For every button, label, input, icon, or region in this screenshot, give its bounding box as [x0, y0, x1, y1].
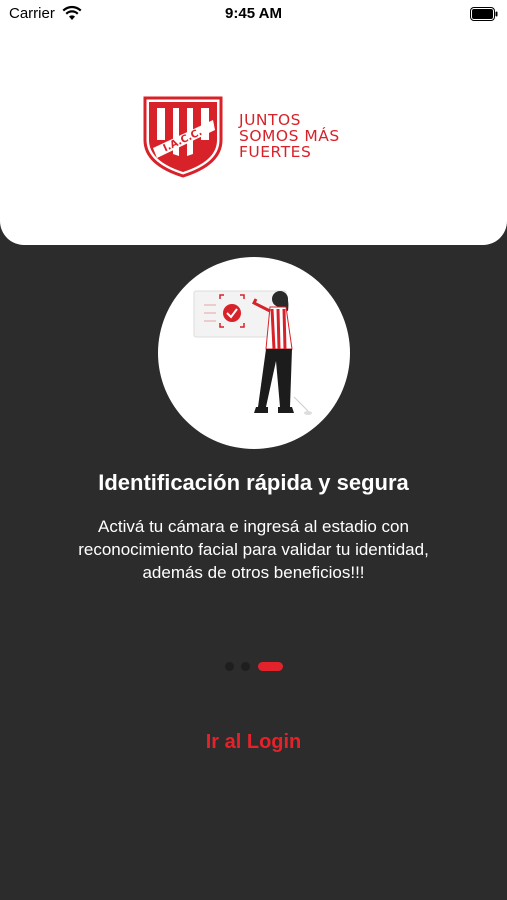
page-dot[interactable] — [241, 662, 250, 671]
header-panel: Carrier 9:45 AM I.A.C.C. JUNTOS SOMOS MÁ… — [0, 0, 507, 245]
battery-icon — [470, 7, 498, 21]
go-to-login-button[interactable]: Ir al Login — [0, 731, 507, 754]
page-indicator — [222, 662, 292, 672]
slogan-line: SOMOS MÁS — [239, 127, 340, 145]
club-logo: I.A.C.C. JUNTOS SOMOS MÁS FUERTES — [143, 96, 373, 178]
onboarding-description: Activá tu cámara e ingresá al estadio co… — [78, 517, 429, 582]
clock: 9:45 AM — [225, 5, 282, 22]
face-recognition-illustration — [193, 290, 312, 415]
onboarding-illustration — [158, 257, 350, 449]
slogan-line: JUNTOS — [239, 111, 302, 129]
page-dot-active[interactable] — [258, 662, 283, 671]
club-slogan: JUNTOS SOMOS MÁS FUERTES — [239, 112, 340, 160]
slogan-line: FUERTES — [239, 143, 312, 161]
status-bar: Carrier 9:45 AM — [0, 0, 507, 28]
onboarding-title: Identificación rápida y segura — [98, 470, 409, 495]
club-crest-icon: I.A.C.C. — [143, 96, 223, 178]
page-dot[interactable] — [225, 662, 234, 671]
